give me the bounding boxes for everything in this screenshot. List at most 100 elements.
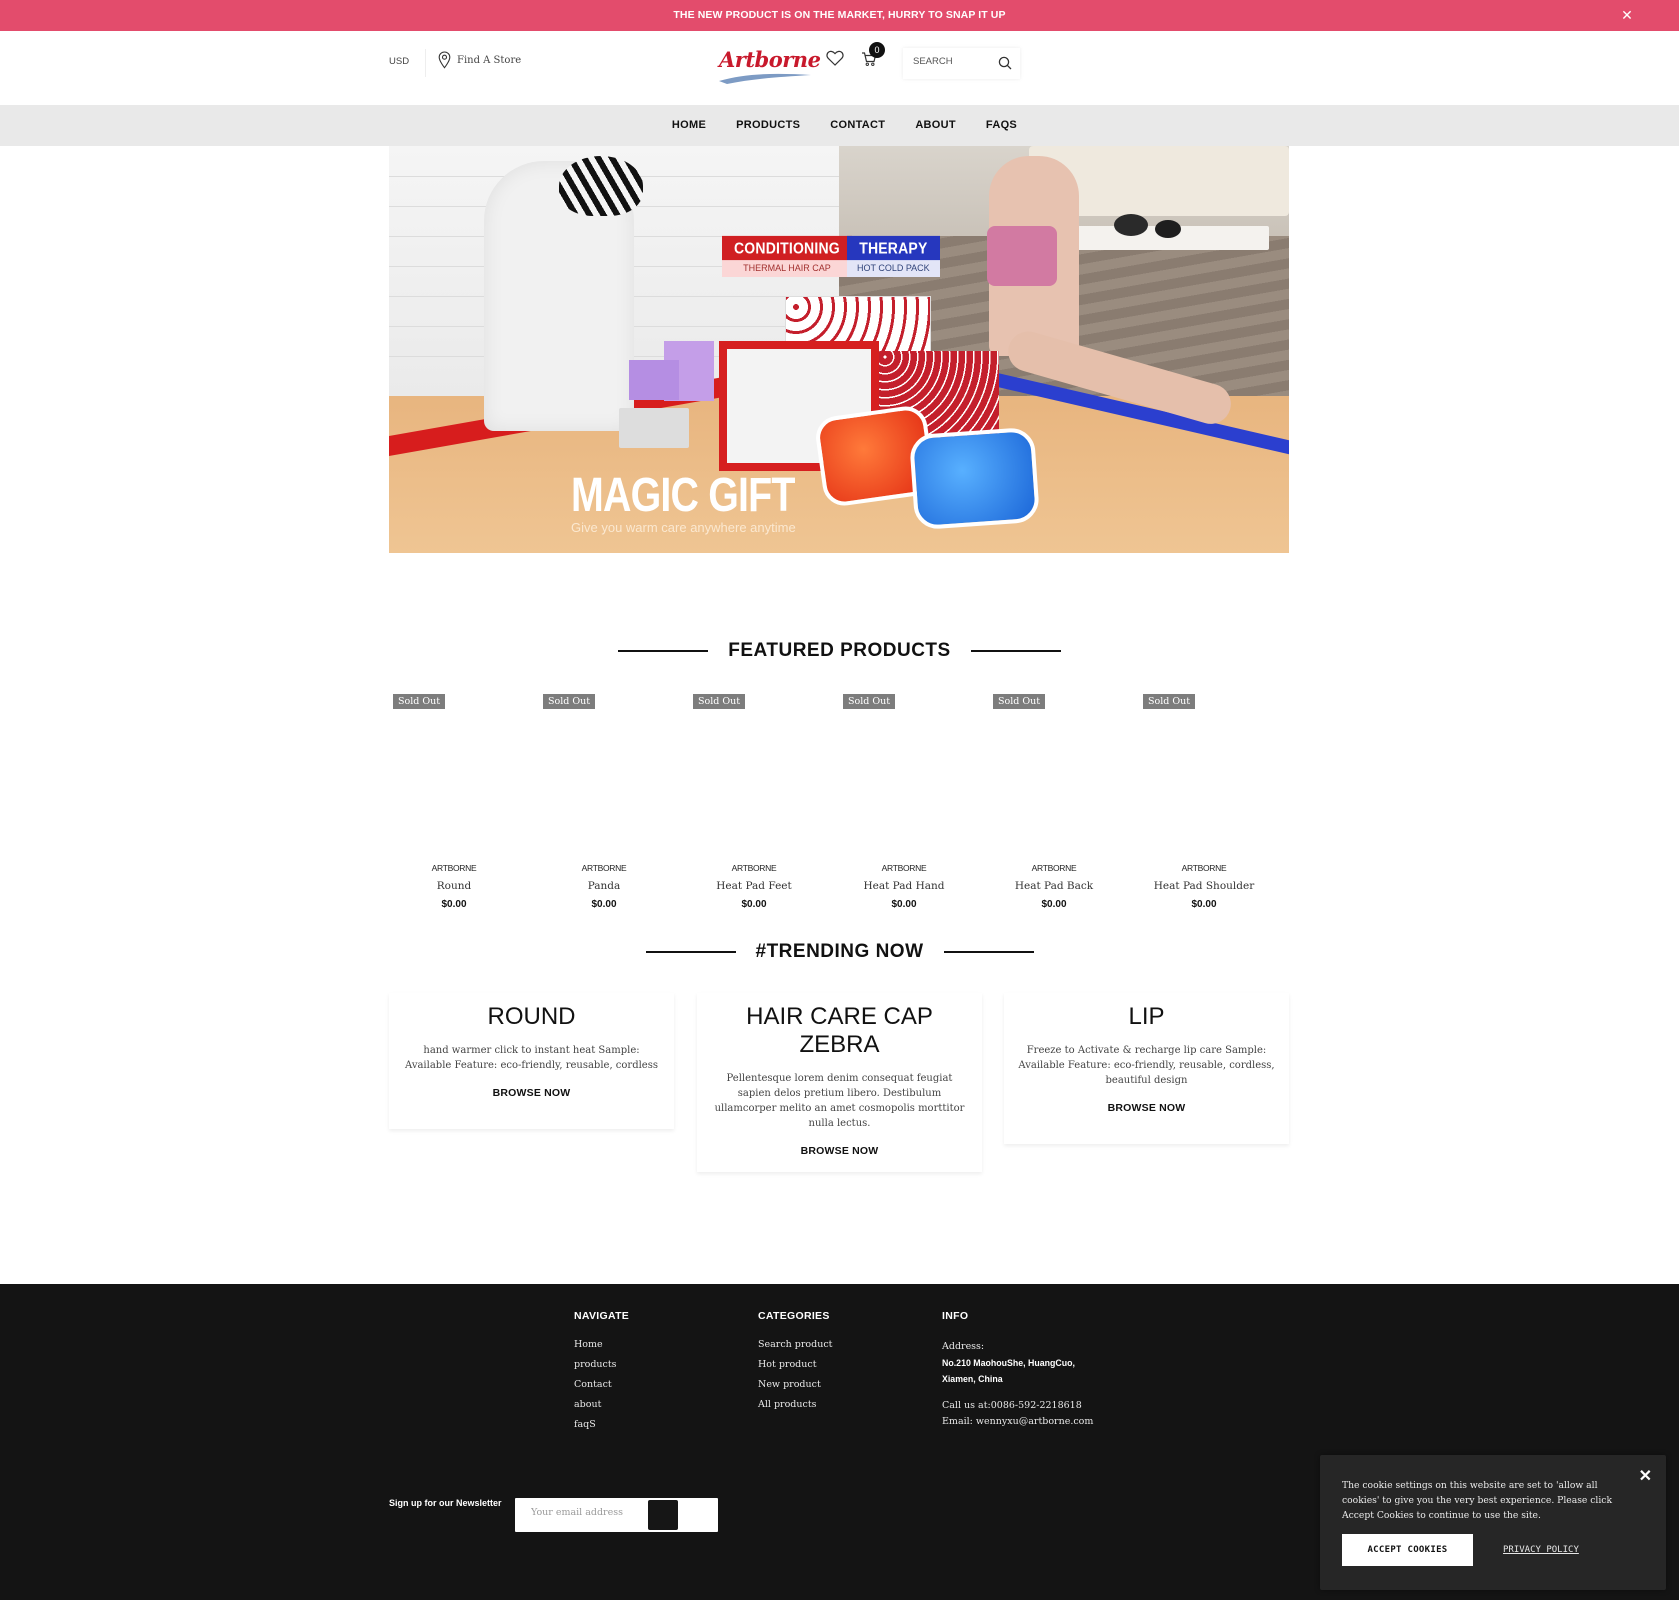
product-card[interactable]: Sold Out ARTBORNE Heat Pad Shoulder $0.0…	[1139, 694, 1289, 916]
product-name[interactable]: Heat Pad Shoulder	[1139, 880, 1269, 892]
product-price: $0.00	[1191, 899, 1217, 910]
nav-contact[interactable]: CONTACT	[830, 105, 885, 146]
sold-out-badge: Sold Out	[993, 694, 1046, 709]
product-vendor: ARTBORNE	[731, 863, 777, 873]
footer-link-products[interactable]: products	[574, 1359, 629, 1370]
footer-categories-column: CATEGORIES Search product Hot product Ne…	[758, 1310, 832, 1419]
logo-text: Artborne	[719, 47, 821, 72]
product-card[interactable]: Sold Out ARTBORNE Heat Pad Hand $0.00	[839, 694, 989, 916]
hero-tag-therapy: THERAPY HOT COLD PACK	[847, 235, 940, 277]
footer-email[interactable]: Email: wennyxu@artborne.com	[942, 1414, 1093, 1430]
product-name[interactable]: Heat Pad Feet	[689, 880, 819, 892]
hero-tag-title: CONDITIONING	[722, 235, 852, 261]
product-vendor: ARTBORNE	[1031, 863, 1077, 873]
product-vendor: ARTBORNE	[881, 863, 927, 873]
heading-rule	[943, 951, 1034, 953]
footer-navigate-column: NAVIGATE Home products Contact about faq…	[574, 1310, 629, 1439]
heading-rule	[970, 650, 1061, 652]
trending-card-title: HAIR CARE CAP ZEBRA	[746, 1003, 933, 1058]
announcement-bar: THE NEW PRODUCT IS ON THE MARKET, HURRY …	[0, 0, 1679, 31]
hero-blue-gel-pack-image	[908, 426, 1041, 531]
footer-address-label: Address:	[942, 1341, 985, 1352]
footer-link-new-product[interactable]: New product	[758, 1379, 832, 1390]
footer-address-line: No.210 MaohouShe, HuangCuo,	[942, 1358, 1075, 1368]
product-card[interactable]: Sold Out ARTBORNE Panda $0.00	[539, 694, 689, 916]
hero-subline: Give you warm care anywhere anytime	[571, 520, 796, 535]
footer-column-title: NAVIGATE	[574, 1310, 630, 1322]
newsletter-submit-button[interactable]	[648, 1500, 678, 1530]
trending-section-heading: #TRENDING NOW	[0, 941, 1679, 963]
nav-products[interactable]: PRODUCTS	[736, 105, 800, 146]
close-announcement-icon[interactable]: ✕	[1621, 0, 1633, 31]
footer-link-hot-product[interactable]: Hot product	[758, 1359, 832, 1370]
trending-card-text: hand warmer click to instant heat Sample…	[405, 1045, 658, 1071]
footer-link-search-product[interactable]: Search product	[758, 1339, 832, 1350]
heading-rule	[618, 650, 709, 652]
hero-vase-image	[1114, 214, 1148, 236]
trending-card: ROUND hand warmer click to instant heat …	[389, 993, 674, 1129]
newsletter-email-input[interactable]	[531, 1507, 651, 1518]
sold-out-badge: Sold Out	[1143, 694, 1196, 709]
hero-tag-title: THERAPY	[847, 235, 940, 261]
nav-home[interactable]: HOME	[672, 105, 706, 146]
logo-swoosh-icon	[719, 73, 811, 84]
footer-column-title: INFO	[942, 1310, 969, 1322]
browse-now-button[interactable]: BROWSE NOW	[1108, 1102, 1186, 1114]
search-box	[903, 48, 1020, 79]
sold-out-badge: Sold Out	[693, 694, 746, 709]
heading-rule	[645, 951, 736, 953]
footer-link-faqs[interactable]: faqS	[574, 1419, 629, 1430]
accept-cookies-button[interactable]: ACCEPT COOKIES	[1342, 1534, 1473, 1566]
trending-card: LIP Freeze to Activate & recharge lip ca…	[1004, 993, 1289, 1144]
hero-pink-top-image	[987, 226, 1057, 286]
featured-products-grid: Sold Out ARTBORNE Round $0.00 Sold Out A…	[389, 694, 1289, 916]
trending-card-text: Freeze to Activate & recharge lip care S…	[1018, 1045, 1275, 1086]
product-name[interactable]: Round	[389, 880, 519, 892]
search-input[interactable]	[913, 56, 993, 67]
footer-link-home[interactable]: Home	[574, 1339, 629, 1350]
footer-info-column: INFO Address: No.210 MaohouShe, HuangCuo…	[942, 1310, 1093, 1430]
footer-link-about[interactable]: about	[574, 1399, 629, 1410]
find-store-link[interactable]: Find A Store	[438, 51, 521, 69]
main-nav: HOME PRODUCTS CONTACT ABOUT FAQS	[0, 105, 1679, 146]
browse-now-button[interactable]: BROWSE NOW	[493, 1087, 571, 1099]
wishlist-heart-icon[interactable]	[826, 50, 844, 66]
hero-zebra-cap-image	[559, 156, 643, 216]
product-card[interactable]: Sold Out ARTBORNE Round $0.00	[389, 694, 539, 916]
featured-section-heading: FEATURED PRODUCTS	[0, 640, 1679, 662]
hero-tag-subtitle: HOT COLD PACK	[847, 259, 940, 277]
product-name[interactable]: Heat Pad Hand	[839, 880, 969, 892]
browse-now-button[interactable]: BROWSE NOW	[801, 1145, 879, 1157]
trending-card-title: LIP	[1128, 1003, 1165, 1030]
search-icon[interactable]	[998, 56, 1012, 70]
close-cookie-icon[interactable]: ✕	[1639, 1466, 1652, 1486]
product-price: $0.00	[741, 899, 767, 910]
sold-out-badge: Sold Out	[393, 694, 446, 709]
trending-card: HAIR CARE CAP ZEBRA Pellentesque lorem d…	[697, 993, 982, 1172]
featured-title: FEATURED PRODUCTS	[728, 640, 951, 661]
product-card[interactable]: Sold Out ARTBORNE Heat Pad Feet $0.00	[689, 694, 839, 916]
product-vendor: ARTBORNE	[581, 863, 627, 873]
location-pin-icon	[438, 51, 451, 69]
hero-tag-subtitle: THERMAL HAIR CAP	[722, 259, 852, 277]
footer-address-line: Xiamen, China	[942, 1374, 1003, 1384]
product-name[interactable]: Heat Pad Back	[989, 880, 1119, 892]
cart-count-badge: 0	[869, 42, 885, 58]
footer-link-contact[interactable]: Contact	[574, 1379, 629, 1390]
privacy-policy-link[interactable]: PRIVACY POLICY	[1503, 1545, 1579, 1555]
product-vendor: ARTBORNE	[431, 863, 477, 873]
brand-logo[interactable]: Artborne	[713, 45, 821, 85]
footer-link-all-products[interactable]: All products	[758, 1399, 832, 1410]
nav-faqs[interactable]: FAQS	[986, 105, 1017, 146]
product-name[interactable]: Panda	[539, 880, 669, 892]
hero-headline: MAGIC GIFT	[571, 469, 795, 522]
product-vendor: ARTBORNE	[1181, 863, 1227, 873]
sold-out-badge: Sold Out	[543, 694, 596, 709]
footer-column-title: CATEGORIES	[758, 1310, 830, 1322]
hero-gift-box-image	[629, 360, 679, 400]
hero-banner[interactable]: CONDITIONING THERMAL HAIR CAP THERAPY HO…	[389, 146, 1289, 553]
product-card[interactable]: Sold Out ARTBORNE Heat Pad Back $0.00	[989, 694, 1139, 916]
product-price: $0.00	[1041, 899, 1067, 910]
currency-selector[interactable]: USD	[389, 56, 409, 67]
nav-about[interactable]: ABOUT	[915, 105, 956, 146]
